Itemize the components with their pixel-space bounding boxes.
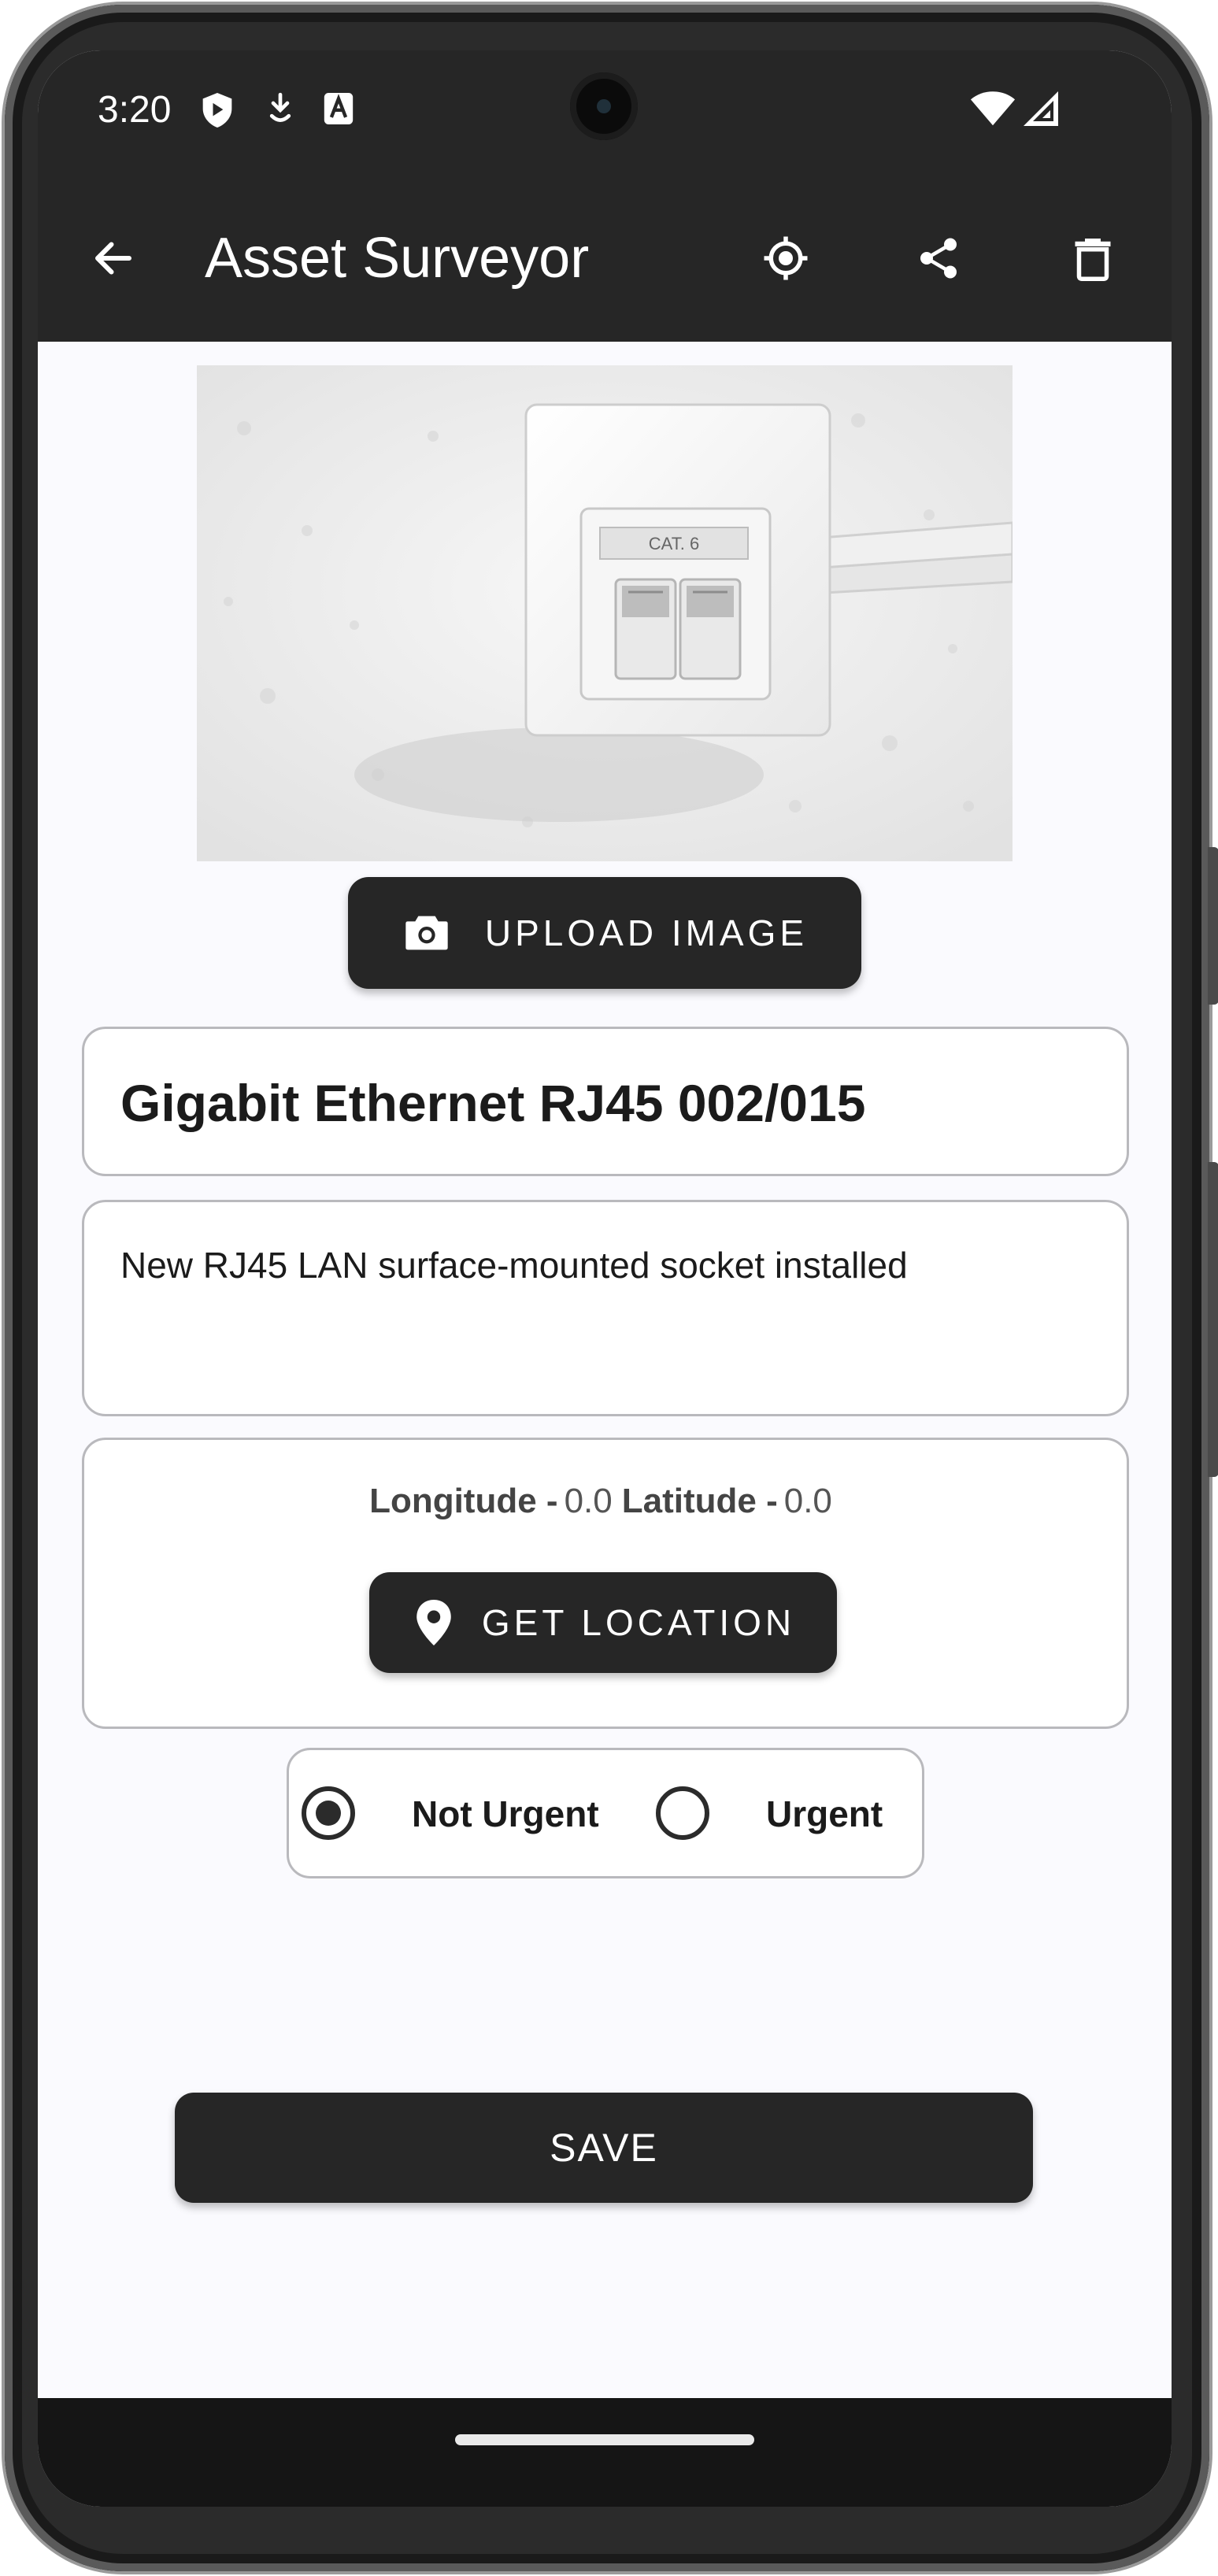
delete-button[interactable] bbox=[1053, 219, 1132, 298]
ethernet-socket-image: CAT. 6 bbox=[197, 365, 1013, 861]
power-button bbox=[1208, 847, 1218, 1005]
asset-title-field[interactable]: Gigabit Ethernet RJ45 002/015 bbox=[82, 1027, 1129, 1176]
share-icon bbox=[920, 238, 957, 279]
shield-icon bbox=[202, 93, 232, 128]
status-time: 3:20 bbox=[98, 89, 172, 131]
navigation-bar bbox=[38, 2398, 1172, 2507]
upload-image-label: UPLOAD IMAGE bbox=[484, 912, 809, 953]
status-bar: 3:20 bbox=[38, 50, 1172, 168]
location-card: Longitude -0.0 Latitude -0.0 GET LOCATION bbox=[82, 1438, 1129, 1729]
asset-description-text: New RJ45 LAN surface-mounted socket inst… bbox=[120, 1245, 908, 1286]
cell-signal-icon bbox=[1024, 91, 1058, 126]
upload-image-button[interactable]: UPLOAD IMAGE bbox=[348, 877, 861, 989]
latitude-label: Latitude - bbox=[621, 1482, 778, 1520]
app-bar: Asset Surveyor bbox=[38, 168, 1172, 342]
share-button[interactable] bbox=[899, 219, 978, 298]
download-icon bbox=[269, 92, 291, 122]
save-button[interactable]: SAVE bbox=[175, 2093, 1033, 2203]
volume-button bbox=[1208, 1162, 1218, 1477]
urgent-label[interactable]: Urgent bbox=[766, 1791, 883, 1837]
wifi-icon bbox=[970, 91, 1016, 126]
coordinates-readout: Longitude -0.0 Latitude -0.0 bbox=[84, 1479, 1127, 1523]
get-location-button[interactable]: GET LOCATION bbox=[369, 1572, 837, 1673]
screen: 3:20 Asset Surveyor CAT. 6 UPLOAD IMAGE … bbox=[38, 50, 1172, 2507]
cat6-label: CAT. 6 bbox=[649, 534, 699, 553]
delete-icon bbox=[1075, 239, 1111, 281]
latitude-value: 0.0 bbox=[783, 1482, 832, 1520]
asset-title-text: Gigabit Ethernet RJ45 002/015 bbox=[120, 1074, 866, 1132]
priority-radio-group: Not Urgent Urgent bbox=[287, 1748, 924, 1878]
home-gesture-handle[interactable] bbox=[455, 2434, 754, 2445]
asset-description-field[interactable]: New RJ45 LAN surface-mounted socket inst… bbox=[82, 1200, 1129, 1416]
urgent-radio[interactable] bbox=[656, 1786, 709, 1840]
longitude-value: 0.0 bbox=[564, 1482, 613, 1520]
a-badge-icon bbox=[324, 93, 354, 124]
my-location-icon bbox=[764, 236, 808, 280]
back-button[interactable] bbox=[74, 219, 153, 298]
my-location-button[interactable] bbox=[746, 219, 825, 298]
save-label: SAVE bbox=[550, 2126, 658, 2170]
asset-photo: CAT. 6 bbox=[197, 365, 1013, 861]
back-arrow-icon bbox=[95, 242, 131, 275]
get-location-label: GET LOCATION bbox=[481, 1602, 796, 1643]
longitude-label: Longitude - bbox=[369, 1482, 558, 1520]
camera-icon bbox=[405, 916, 448, 950]
front-camera bbox=[570, 72, 638, 140]
app-title: Asset Surveyor bbox=[205, 227, 590, 290]
not-urgent-radio[interactable] bbox=[302, 1786, 355, 1840]
location-pin-icon bbox=[416, 1600, 451, 1645]
not-urgent-label[interactable]: Not Urgent bbox=[412, 1791, 599, 1837]
